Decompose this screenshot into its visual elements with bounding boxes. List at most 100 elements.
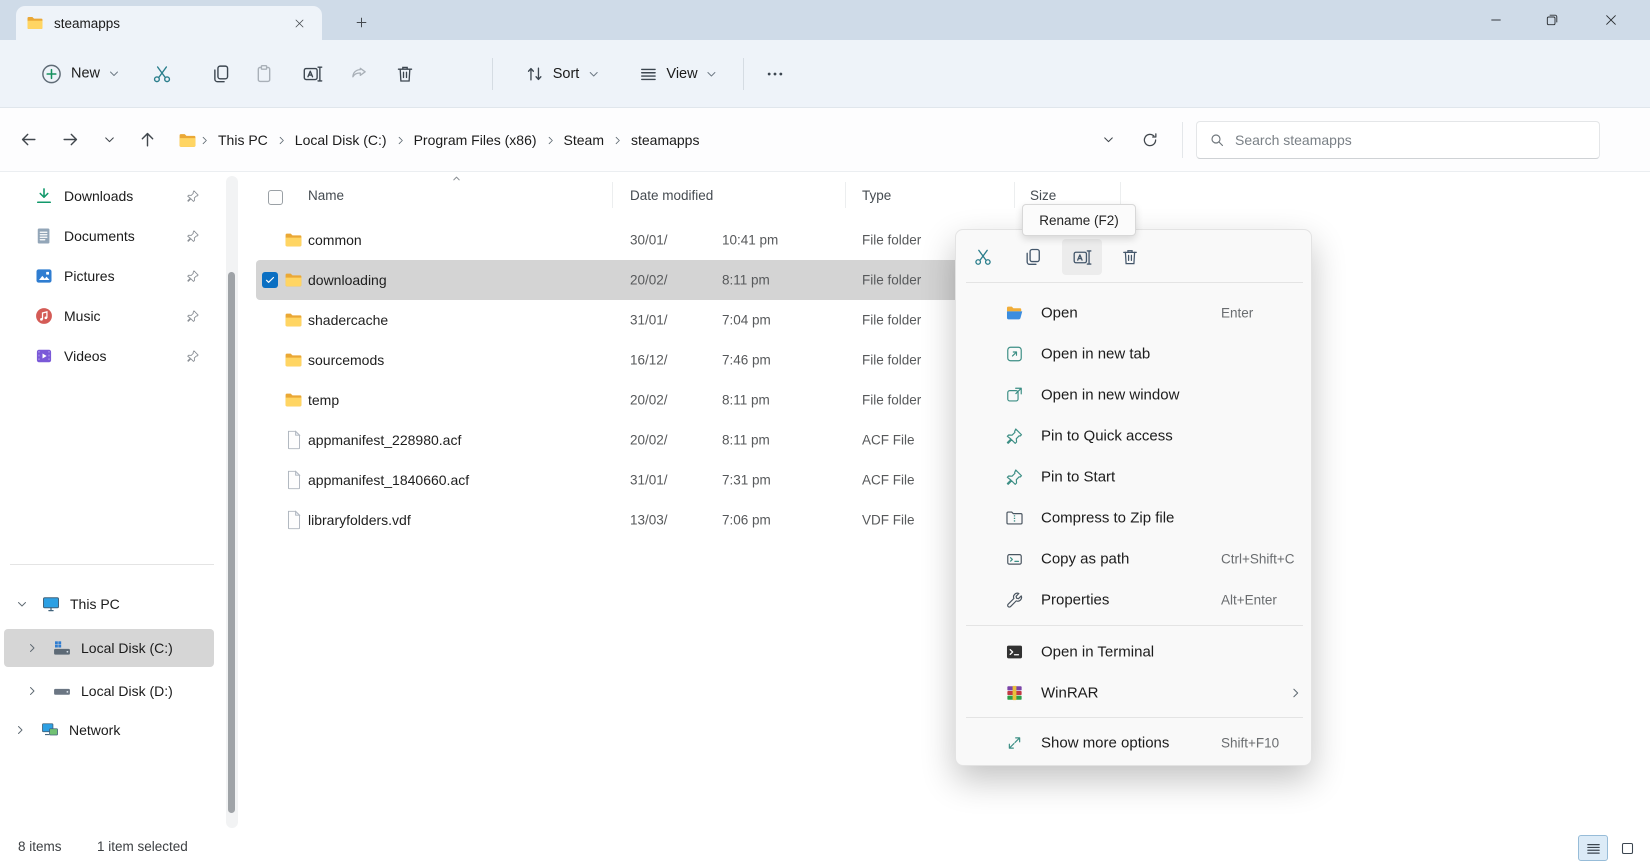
view-button[interactable]: View <box>630 56 725 92</box>
selection-count: 1 item selected <box>97 839 188 854</box>
sidebar-item-label: Network <box>69 722 120 738</box>
select-all-checkbox[interactable] <box>268 190 283 205</box>
cut-icon <box>973 247 993 267</box>
column-header-date-modified[interactable]: Date modified <box>630 188 713 203</box>
column-header-size[interactable]: Size <box>1030 188 1056 203</box>
copy-button[interactable] <box>203 55 240 92</box>
breadcrumb-segment-program-files[interactable]: Program Files (x86) <box>408 126 543 154</box>
paste-button[interactable] <box>246 55 283 92</box>
column-divider[interactable] <box>612 182 613 208</box>
close-button[interactable] <box>1588 0 1634 40</box>
menu-item-label: Open in new window <box>1041 386 1179 403</box>
breadcrumb-chevron-icon <box>276 135 287 146</box>
column-divider[interactable] <box>845 182 846 208</box>
delete-button[interactable] <box>387 55 424 92</box>
breadcrumb-chevron-icon <box>199 135 210 146</box>
breadcrumb-segment-steamapps[interactable]: steamapps <box>625 126 705 154</box>
column-header-type[interactable]: Type <box>862 188 891 203</box>
breadcrumb-segment-steam[interactable]: Steam <box>558 126 610 154</box>
file-name: appmanifest_1840660.acf <box>308 472 469 488</box>
copy-button[interactable] <box>1013 239 1053 275</box>
column-divider[interactable] <box>1014 182 1015 208</box>
file-time: 8:11 pm <box>722 433 770 448</box>
sort-icon <box>525 64 545 84</box>
tab-close-button[interactable] <box>286 10 312 36</box>
forward-button[interactable] <box>53 123 87 157</box>
new-tab-button[interactable] <box>348 9 374 35</box>
address-bar-row: This PC Local Disk (C:) Program Files (x… <box>0 108 1650 172</box>
trash-icon <box>395 63 416 84</box>
rename-button[interactable] <box>1062 239 1102 275</box>
refresh-button[interactable] <box>1133 123 1167 157</box>
menu-item-open-in-new-window[interactable]: Open in new window <box>961 374 1308 415</box>
menu-item-open-in-new-tab[interactable]: Open in new tab <box>961 333 1308 374</box>
sidebar-item-this-pc[interactable]: This PC <box>4 585 214 623</box>
share-button[interactable] <box>341 55 378 92</box>
pin-icon <box>1005 426 1024 445</box>
sidebar-item-local-disk-c[interactable]: Local Disk (C:) <box>4 629 214 667</box>
folder-icon <box>284 391 303 410</box>
delete-button[interactable] <box>1110 239 1150 275</box>
chevron-right-icon[interactable] <box>26 685 38 697</box>
large-icons-view-toggle[interactable] <box>1612 835 1642 861</box>
menu-item-label: Compress to Zip file <box>1041 509 1174 526</box>
file-name: appmanifest_228980.acf <box>308 432 461 448</box>
file-type: File folder <box>862 313 921 328</box>
file-name: sourcemods <box>308 352 384 368</box>
item-count: 8 items <box>18 839 62 854</box>
menu-item-compress-to-zip[interactable]: Compress to Zip file <box>961 497 1308 538</box>
sidebar-item-music[interactable]: Music <box>4 297 214 335</box>
music-icon <box>34 306 54 326</box>
menu-item-show-more-options[interactable]: Show more options Shift+F10 <box>961 722 1308 763</box>
menu-item-properties[interactable]: Properties Alt+Enter <box>961 579 1308 620</box>
recent-locations-button[interactable] <box>92 123 126 157</box>
more-options-button[interactable] <box>757 56 793 92</box>
search-box[interactable] <box>1196 121 1600 159</box>
cut-button[interactable] <box>963 239 1003 275</box>
cut-icon <box>152 63 173 84</box>
chevron-down-icon[interactable] <box>16 598 28 610</box>
up-button[interactable] <box>130 123 164 157</box>
menu-item-winrar[interactable]: WinRAR <box>961 672 1308 713</box>
menu-item-open-in-terminal[interactable]: Open in Terminal <box>961 631 1308 672</box>
sidebar-item-videos[interactable]: Videos <box>4 337 214 375</box>
sort-button[interactable]: Sort <box>517 56 608 92</box>
menu-item-copy-as-path[interactable]: Copy as path Ctrl+Shift+C <box>961 538 1308 579</box>
share-icon <box>349 63 370 84</box>
rename-button[interactable] <box>294 55 332 93</box>
explorer-tab[interactable]: steamapps <box>16 6 322 40</box>
file-time: 7:31 pm <box>722 473 771 488</box>
plus-circle-icon <box>40 62 63 85</box>
menu-item-label: Pin to Start <box>1041 468 1115 485</box>
menu-item-pin-to-quick-access[interactable]: Pin to Quick access <box>961 415 1308 456</box>
search-input[interactable] <box>1235 132 1587 148</box>
menu-item-label: Open in new tab <box>1041 345 1150 362</box>
sidebar-item-documents[interactable]: Documents <box>4 217 214 255</box>
chevron-right-icon[interactable] <box>26 642 38 654</box>
file-time: 7:06 pm <box>722 513 771 528</box>
address-dropdown-button[interactable] <box>1091 123 1125 157</box>
back-button[interactable] <box>11 123 45 157</box>
cut-button[interactable] <box>144 55 181 92</box>
breadcrumb-segment-this-pc[interactable]: This PC <box>212 126 274 154</box>
sidebar-item-downloads[interactable]: Downloads <box>4 177 214 215</box>
column-header-name[interactable]: Name <box>308 188 344 203</box>
sidebar-item-local-disk-d[interactable]: Local Disk (D:) <box>4 672 214 710</box>
minimize-button[interactable] <box>1473 0 1519 40</box>
open-folder-icon <box>1005 303 1024 322</box>
menu-item-pin-to-start[interactable]: Pin to Start <box>961 456 1308 497</box>
file-type: File folder <box>862 353 921 368</box>
menu-item-open[interactable]: Open Enter <box>961 292 1308 333</box>
sidebar-scrollbar[interactable] <box>226 176 238 828</box>
chevron-right-icon[interactable] <box>14 724 26 736</box>
new-button[interactable]: New <box>32 54 128 93</box>
sidebar-item-pictures[interactable]: Pictures <box>4 257 214 295</box>
details-view-toggle[interactable] <box>1578 835 1608 861</box>
scrollbar-thumb[interactable] <box>228 272 235 813</box>
row-checkbox-checked[interactable] <box>262 272 278 288</box>
pin-icon <box>186 349 200 363</box>
restore-button[interactable] <box>1529 0 1575 40</box>
this-pc-icon <box>41 594 61 614</box>
breadcrumb-segment-local-disk-c[interactable]: Local Disk (C:) <box>289 126 393 154</box>
sidebar-item-network[interactable]: Network <box>4 711 214 749</box>
